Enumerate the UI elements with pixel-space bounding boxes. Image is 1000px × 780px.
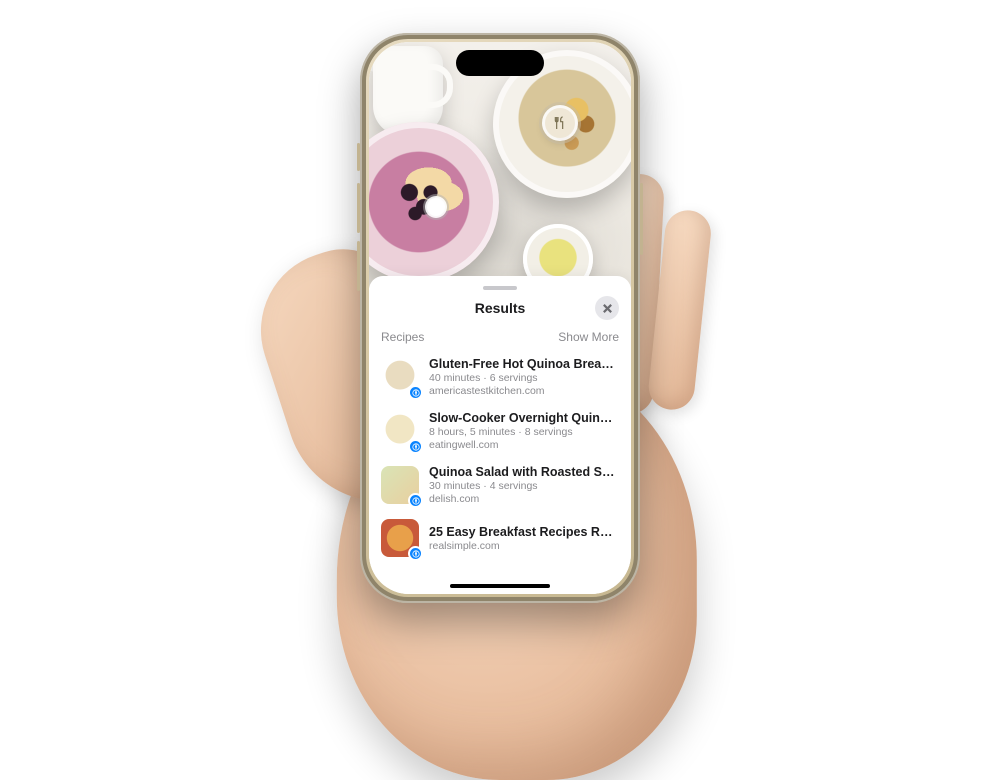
safari-badge-icon [408, 546, 423, 561]
result-title: Quinoa Salad with Roasted Squash… [429, 465, 619, 479]
result-meta: 8 hours, 5 minutes · 8 servings [429, 426, 619, 438]
safari-badge-icon [408, 385, 423, 400]
volume-up-button [357, 183, 360, 233]
sheet-grabber[interactable] [483, 286, 517, 290]
visual-lookup-photo[interactable] [369, 42, 631, 288]
dynamic-island [456, 50, 544, 76]
home-indicator[interactable] [450, 584, 550, 588]
result-row[interactable]: 25 Easy Breakfast Recipes Ready i… reals… [381, 512, 619, 564]
result-title: Slow-Cooker Overnight Quinoa Por… [429, 411, 619, 425]
visual-lookup-secondary-dot[interactable] [427, 198, 445, 216]
result-source: delish.com [429, 493, 619, 505]
result-title: Gluten-Free Hot Quinoa Breakfast… [429, 357, 619, 371]
mute-switch [357, 143, 360, 171]
result-source: realsimple.com [429, 540, 619, 552]
results-sheet: Results Recipes Show More [369, 276, 631, 594]
result-row[interactable]: Gluten-Free Hot Quinoa Breakfast… 40 min… [381, 350, 619, 404]
phone-screen: Results Recipes Show More [369, 42, 631, 594]
safari-badge-icon [408, 493, 423, 508]
food-utensils-icon [552, 115, 568, 131]
result-meta: 30 minutes · 4 servings [429, 480, 619, 492]
result-title: 25 Easy Breakfast Recipes Ready i… [429, 525, 619, 539]
section-label-recipes: Recipes [381, 330, 424, 344]
results-list: Gluten-Free Hot Quinoa Breakfast… 40 min… [381, 350, 619, 564]
close-icon [602, 303, 613, 314]
power-button [640, 183, 643, 255]
result-row[interactable]: Quinoa Salad with Roasted Squash… 30 min… [381, 458, 619, 512]
result-row[interactable]: Slow-Cooker Overnight Quinoa Por… 8 hour… [381, 404, 619, 458]
show-more-link[interactable]: Show More [558, 330, 619, 344]
visual-lookup-food-icon[interactable] [545, 108, 575, 138]
safari-badge-icon [408, 439, 423, 454]
close-button[interactable] [595, 296, 619, 320]
iphone-device: Results Recipes Show More [360, 33, 640, 603]
volume-down-button [357, 241, 360, 291]
result-source: eatingwell.com [429, 439, 619, 451]
result-source: americastestkitchen.com [429, 385, 619, 397]
result-meta: 40 minutes · 6 servings [429, 372, 619, 384]
sheet-title: Results [475, 300, 526, 316]
